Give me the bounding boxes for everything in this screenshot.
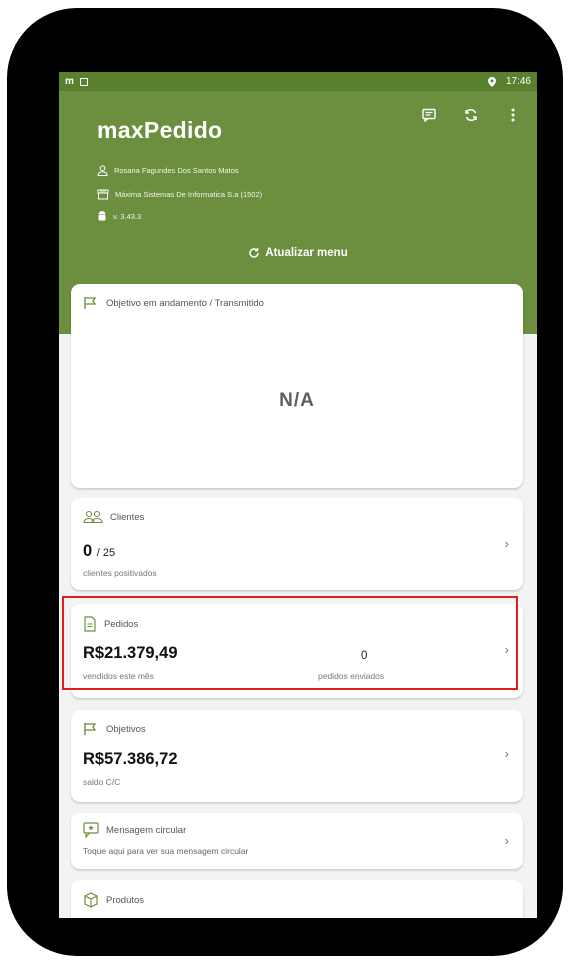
clients-total: / 25 <box>96 547 116 559</box>
status-time: 17:46 <box>505 76 531 87</box>
location-icon <box>487 76 496 87</box>
objective-progress-title: Objetivo em andamento / Transmitido <box>106 297 264 309</box>
status-bar: m 17:46 <box>59 72 537 91</box>
company-name: Máxima Sistemas De Informatica S.a (1502… <box>115 190 263 199</box>
more-vert-icon[interactable] <box>505 107 521 123</box>
goals-title: Objetivos <box>106 723 146 735</box>
version-info: v. 3.43.3 <box>97 211 141 222</box>
goals-value: R$57.386,72 <box>83 750 178 768</box>
app-title: maxPedido <box>97 117 223 143</box>
notification-m-icon: m <box>65 76 74 87</box>
flag-icon <box>84 297 97 309</box>
objective-progress-value: N/A <box>279 390 315 411</box>
objective-progress-card[interactable]: Objetivo em andamento / Transmitido N/A <box>71 284 523 488</box>
orders-caption: vendidos este mês <box>83 671 154 681</box>
clients-value: 0 / 25 <box>83 542 115 561</box>
message-icon[interactable] <box>421 107 437 123</box>
circular-message-card[interactable]: Mensagem circular Toque aqui para ver su… <box>71 813 523 869</box>
android-icon <box>98 211 106 221</box>
refresh-menu-button[interactable]: Atualizar menu <box>59 247 537 259</box>
person-icon <box>97 165 108 176</box>
flag-icon <box>84 723 97 735</box>
orders-value: R$21.379,49 <box>83 644 178 662</box>
user-info: Rosana Fagundes Dos Santos Matos <box>97 165 239 176</box>
box-icon <box>84 892 98 908</box>
app-screen: m 17:46 maxPedido Rosana Fagundes Dos Sa… <box>59 72 537 918</box>
orders-title: Pedidos <box>104 618 139 630</box>
chevron-right-icon: › <box>504 536 509 551</box>
chevron-right-icon: › <box>504 642 509 657</box>
company-info: Máxima Sistemas De Informatica S.a (1502… <box>97 189 262 200</box>
sync-icon[interactable] <box>463 107 479 123</box>
clients-card[interactable]: Clientes 0 / 25 clientes positivados › <box>71 498 523 590</box>
goals-caption: saldo C/C <box>83 777 121 787</box>
orders-card[interactable]: Pedidos R$21.379,49 vendidos este mês 0 … <box>71 604 523 698</box>
device-frame: m 17:46 maxPedido Rosana Fagundes Dos Sa… <box>7 8 563 956</box>
refresh-icon <box>249 248 260 258</box>
document-icon <box>84 616 96 632</box>
circular-message-caption: Toque aqui para ver sua mensagem circula… <box>83 846 249 856</box>
chevron-right-icon: › <box>504 833 509 848</box>
group-icon <box>83 510 103 524</box>
notification-box-icon <box>79 77 88 86</box>
clients-title: Clientes <box>110 511 145 523</box>
products-title: Produtos <box>106 894 145 906</box>
products-card[interactable]: Produtos <box>71 880 523 918</box>
circular-message-title: Mensagem circular <box>106 824 187 836</box>
refresh-menu-label: Atualizar menu <box>265 247 348 259</box>
orders-sent-count: 0 <box>361 650 368 662</box>
chevron-right-icon: › <box>504 746 509 761</box>
clients-count: 0 <box>83 542 93 560</box>
orders-sent-caption: pedidos enviados <box>318 671 385 681</box>
goals-card[interactable]: Objetivos R$57.386,72 saldo C/C › <box>71 710 523 802</box>
store-icon <box>97 189 109 200</box>
user-name: Rosana Fagundes Dos Santos Matos <box>114 166 239 175</box>
clients-caption: clientes positivados <box>83 568 157 578</box>
message-star-icon <box>83 822 99 838</box>
app-version: v. 3.43.3 <box>113 212 142 221</box>
